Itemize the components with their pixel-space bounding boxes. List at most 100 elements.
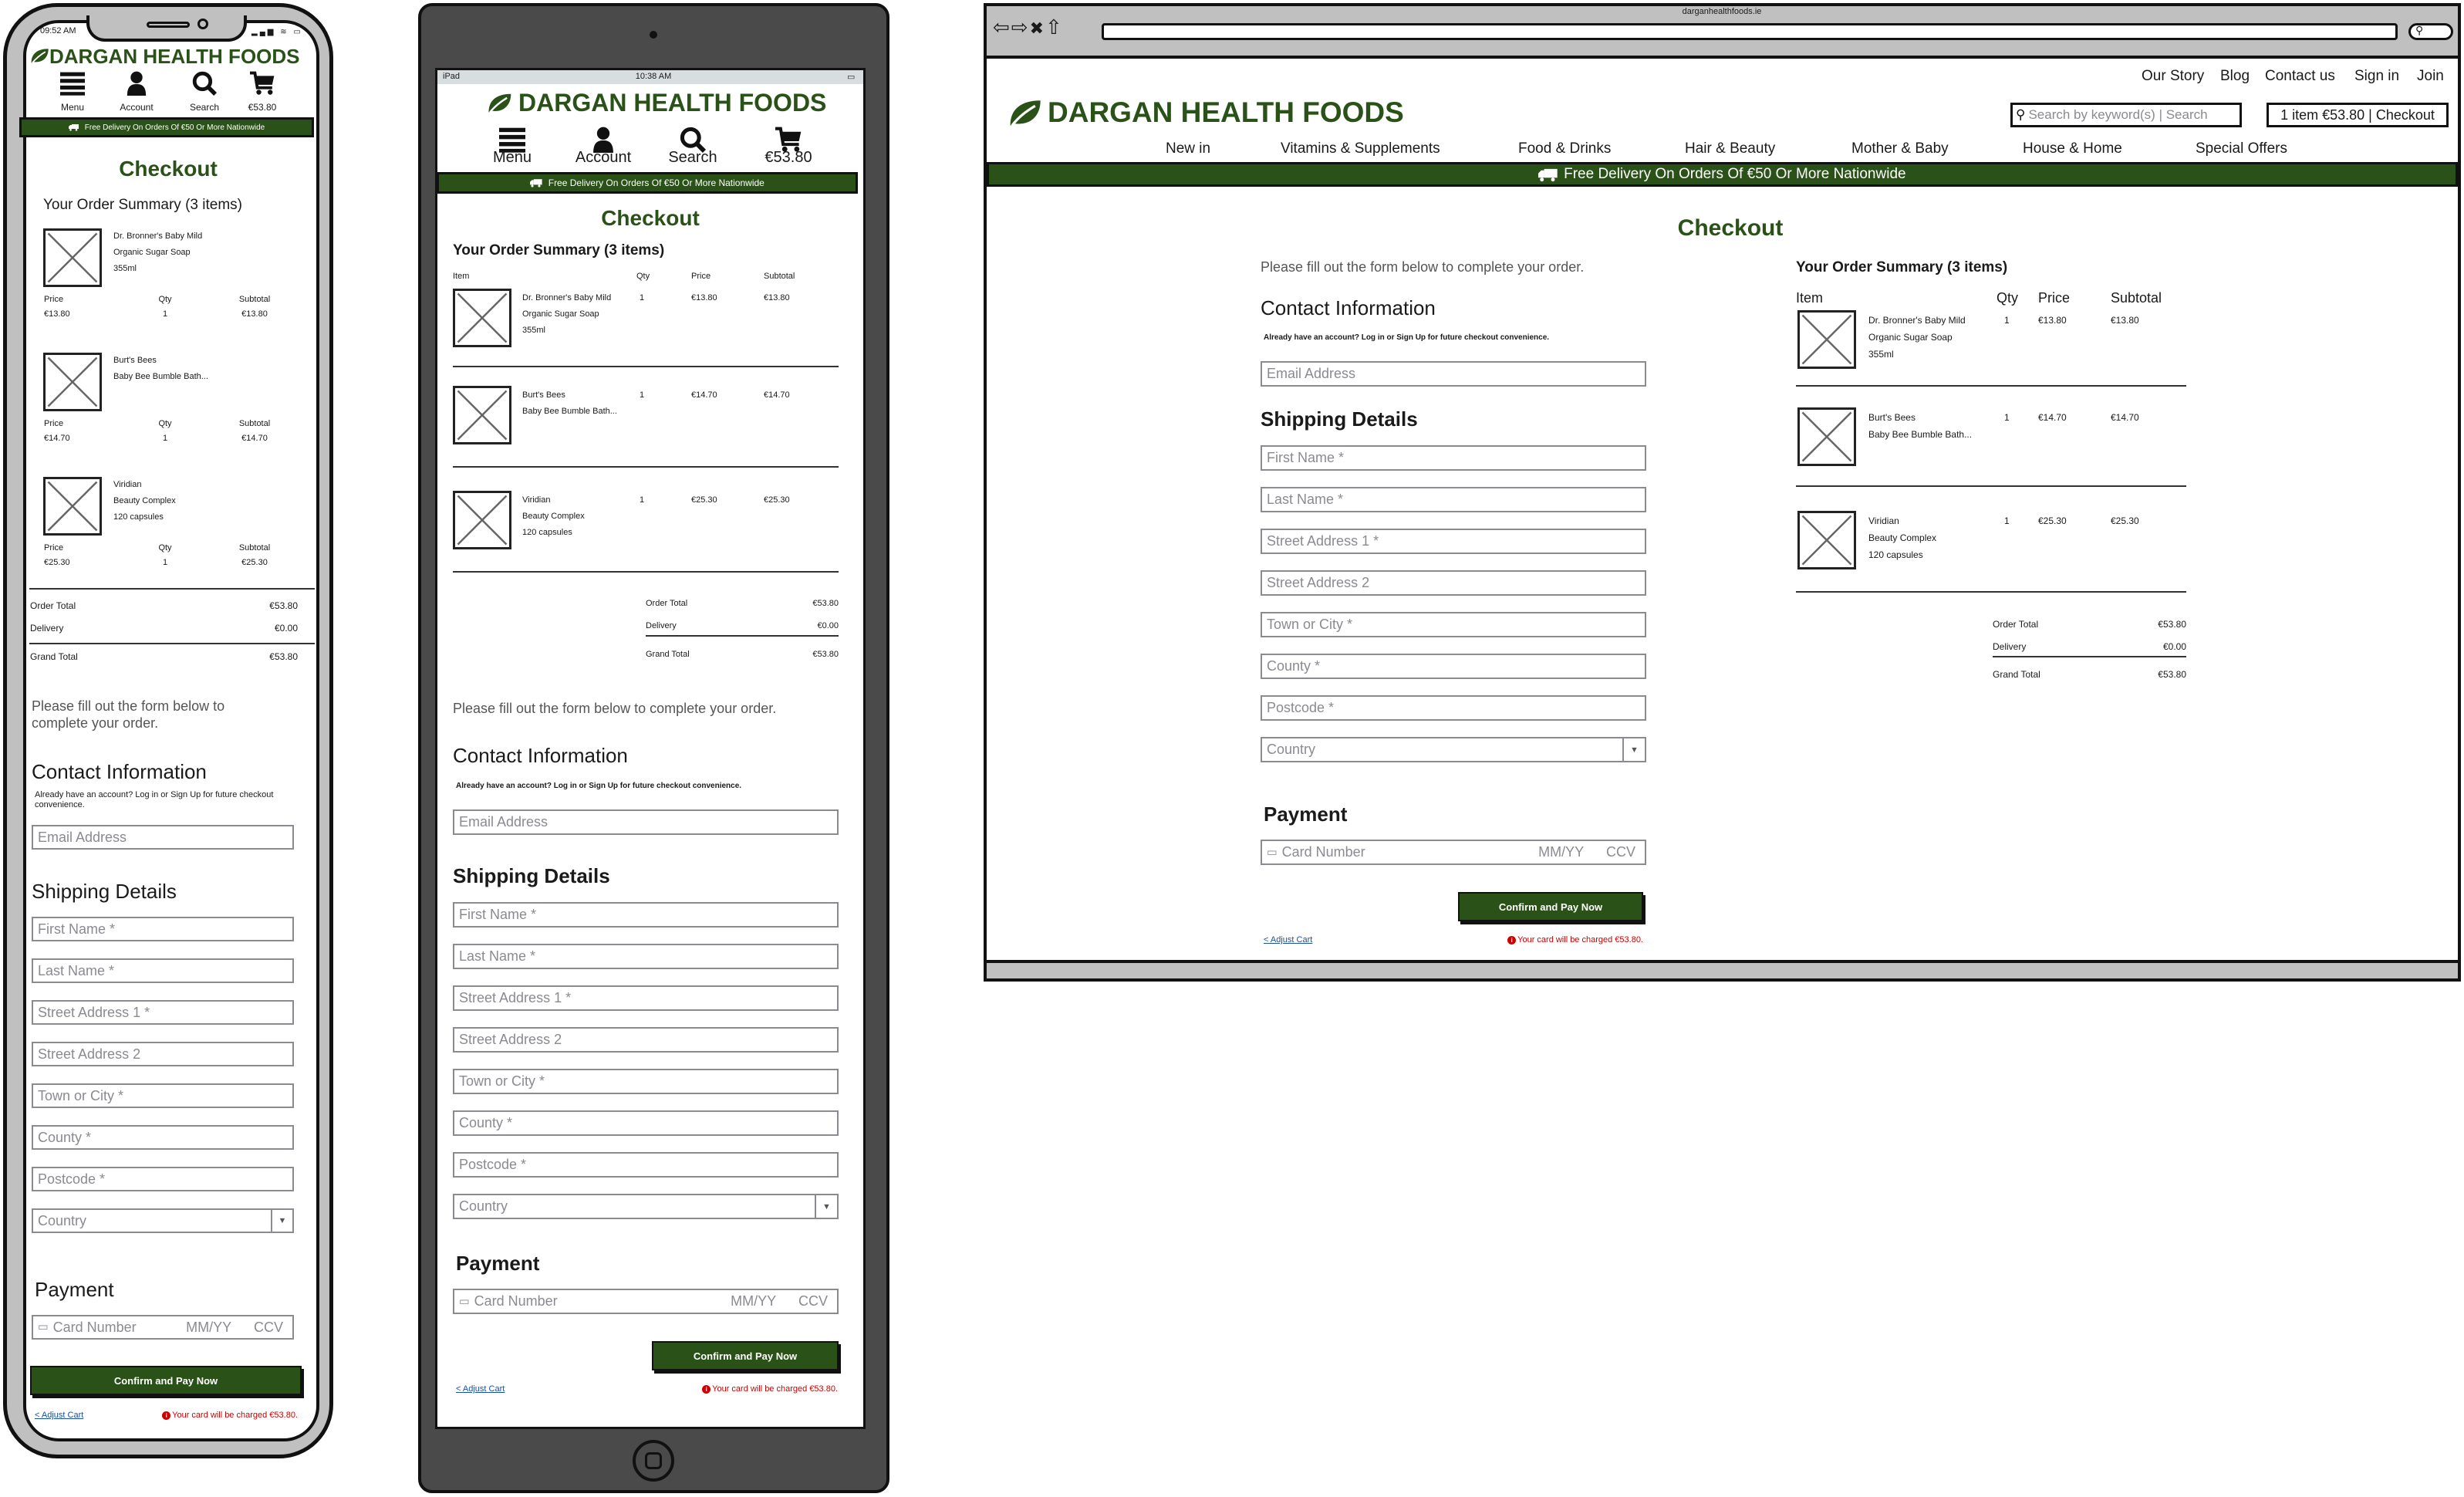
category-nav-item[interactable]: New in	[1166, 140, 1210, 158]
col-qty: Qty	[158, 419, 172, 428]
last-name-field[interactable]: Last Name *	[1261, 487, 1646, 512]
form-intro: Please fill out the form below to comple…	[1261, 259, 1585, 275]
top-link[interactable]: Sign in	[2354, 68, 2399, 86]
ccv-placeholder: CCV	[1605, 844, 1635, 860]
info-icon: i	[702, 1385, 711, 1394]
email-field[interactable]: Email Address	[32, 825, 294, 850]
menu-icon[interactable]	[60, 71, 85, 100]
street-address-1-field[interactable]: Street Address 1 *	[1261, 529, 1646, 554]
nav-label-cart[interactable]: €53.80	[201, 102, 324, 113]
browser-search-button[interactable]: ⚲	[2408, 23, 2453, 40]
forward-icon[interactable]: ⇨	[1011, 15, 1030, 39]
col-price: Price	[44, 543, 64, 553]
back-icon[interactable]: ⇦	[993, 15, 1011, 39]
first-name-field[interactable]: First Name *	[32, 917, 294, 941]
top-link[interactable]: Blog	[2220, 68, 2250, 86]
first-name-field[interactable]: First Name *	[1261, 445, 1646, 471]
category-nav-item[interactable]: Food & Drinks	[1518, 140, 1611, 158]
item-subtotal: €14.70	[764, 390, 790, 400]
chevron-down-icon[interactable]: ▼	[1622, 738, 1645, 761]
item-subtotal: €14.70	[2111, 412, 2139, 423]
chevron-down-icon[interactable]: ▼	[271, 1210, 292, 1232]
banner-text: Free Delivery On Orders Of €50 Or More N…	[1564, 166, 1906, 182]
email-field[interactable]: Email Address	[453, 809, 839, 835]
email-field[interactable]: Email Address	[1261, 361, 1646, 387]
item-price: €14.70	[44, 434, 70, 443]
category-nav-item[interactable]: Special Offers	[2196, 140, 2287, 158]
home-icon[interactable]: ⇧	[1045, 15, 1064, 39]
card-details-field[interactable]: ▭ Card Number MM/YY CCV	[453, 1289, 839, 1314]
cart-icon[interactable]	[250, 71, 275, 100]
expiry-placeholder: MM/YY	[186, 1319, 232, 1335]
brand-logo: DARGAN HEALTH FOODS	[49, 45, 300, 68]
nav-label-cart[interactable]: €53.80	[727, 148, 850, 167]
product-image-placeholder	[1797, 511, 1856, 569]
search-icon[interactable]	[192, 71, 218, 100]
street-address-2-field[interactable]: Street Address 2	[32, 1042, 294, 1066]
town-city-field[interactable]: Town or City *	[32, 1083, 294, 1108]
col-price: Price	[44, 295, 64, 304]
stop-icon[interactable]: ✖	[1030, 19, 1045, 38]
truck-icon	[68, 124, 79, 131]
item-price: €25.30	[2038, 515, 2067, 526]
first-name-field[interactable]: First Name *	[453, 902, 839, 928]
product-image-placeholder	[43, 228, 102, 287]
site-search-input[interactable]: ⚲ Search by keyword(s) | Search	[2010, 103, 2242, 127]
account-icon[interactable]	[124, 71, 149, 100]
last-name-field[interactable]: Last Name *	[32, 958, 294, 983]
item-name-line: 120 capsules	[113, 512, 164, 522]
category-nav-item[interactable]: Vitamins & Supplements	[1281, 140, 1440, 158]
last-name-field[interactable]: Last Name *	[453, 944, 839, 969]
top-link[interactable]: Contact us	[2265, 68, 2335, 86]
town-city-field[interactable]: Town or City *	[1261, 612, 1646, 637]
free-delivery-banner: Free Delivery On Orders Of €50 Or More N…	[437, 172, 858, 194]
address-bar[interactable]	[1102, 23, 2398, 40]
tablet-home-button[interactable]	[633, 1440, 674, 1482]
street-address-2-field[interactable]: Street Address 2	[453, 1027, 839, 1053]
town-city-field[interactable]: Town or City *	[453, 1069, 839, 1094]
category-nav-item[interactable]: House & Home	[2023, 140, 2122, 158]
item-qty: 1	[162, 309, 168, 319]
top-link[interactable]: Our Story	[2142, 68, 2204, 86]
payment-heading: Payment	[1264, 803, 1348, 826]
street-address-1-field[interactable]: Street Address 1 *	[32, 1000, 294, 1025]
postcode-field[interactable]: Postcode *	[453, 1152, 839, 1178]
postcode-field[interactable]: Postcode *	[1261, 695, 1646, 721]
contact-heading: Contact Information	[1261, 296, 1436, 319]
street-address-1-field[interactable]: Street Address 1 *	[453, 985, 839, 1011]
country-select[interactable]: Country ▼	[32, 1208, 294, 1233]
category-nav-item[interactable]: Hair & Beauty	[1685, 140, 1775, 158]
mini-cart-button[interactable]: 1 item €53.80 | Checkout	[2267, 103, 2449, 127]
expiry-placeholder: MM/YY	[1538, 844, 1585, 860]
card-details-field[interactable]: ▭ Card Number MM/YY CCV	[1261, 840, 1646, 865]
county-field[interactable]: County *	[453, 1110, 839, 1136]
logo-leaf-icon	[29, 48, 49, 68]
chevron-down-icon[interactable]: ▼	[815, 1195, 837, 1218]
shipping-heading: Shipping Details	[32, 880, 177, 903]
charge-notice: i Your card will be charged €53.80.	[452, 1384, 838, 1394]
field-placeholder: Town or City *	[1267, 617, 1353, 632]
street-address-2-field[interactable]: Street Address 2	[1261, 570, 1646, 596]
country-select[interactable]: Country ▼	[453, 1194, 839, 1219]
category-nav-item[interactable]: Mother & Baby	[1851, 140, 1949, 158]
item-name-line: Burt's Bees	[113, 356, 157, 365]
field-placeholder: First Name *	[1267, 450, 1345, 465]
confirm-pay-button[interactable]: Confirm and Pay Now	[652, 1341, 839, 1370]
account-note: Already have an account? Log in or Sign …	[35, 790, 274, 810]
contact-heading: Contact Information	[32, 760, 207, 783]
item-divider	[1796, 385, 2186, 387]
county-field[interactable]: County *	[1261, 654, 1646, 679]
county-field[interactable]: County *	[32, 1125, 294, 1150]
card-details-field[interactable]: ▭ Card Number MM/YY CCV	[32, 1315, 294, 1340]
postcode-field[interactable]: Postcode *	[32, 1167, 294, 1191]
confirm-pay-button[interactable]: Confirm and Pay Now	[30, 1366, 302, 1395]
item-qty: 1	[640, 495, 645, 505]
country-select[interactable]: Country ▼	[1261, 737, 1646, 762]
item-name-line: Beauty Complex	[522, 512, 585, 521]
item-name-line: Baby Bee Bumble Bath...	[113, 372, 208, 381]
browser-nav-icons: ⇦⇨✖⇧	[993, 15, 1064, 39]
item-name-line: Organic Sugar Soap	[113, 248, 191, 257]
confirm-pay-button[interactable]: Confirm and Pay Now	[1458, 892, 1643, 921]
top-link[interactable]: Join	[2417, 68, 2444, 86]
free-delivery-banner: Free Delivery On Orders Of €50 Or More N…	[987, 162, 2458, 187]
